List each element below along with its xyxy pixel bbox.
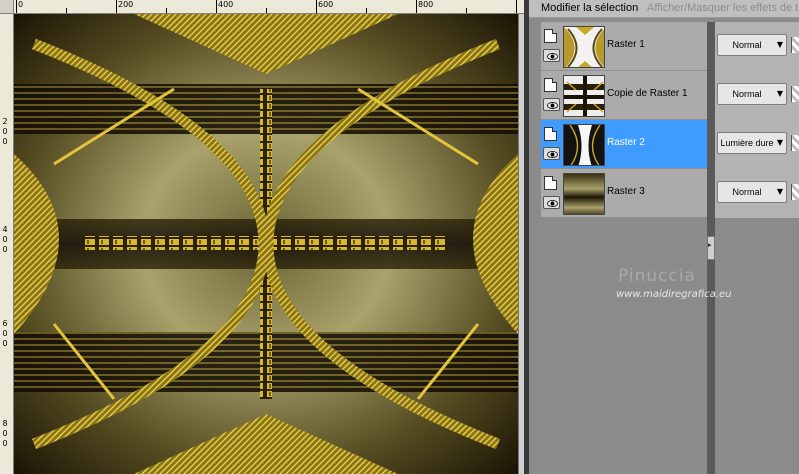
ruler-label-800: 800 bbox=[418, 0, 434, 9]
blend-mode-column: Normal ▼ Normal ▼ Lumière dure ▼ Normal … bbox=[715, 22, 799, 218]
dropdown-arrow-icon: ▼ bbox=[776, 40, 783, 49]
vruler-label: 0 bbox=[2, 429, 8, 438]
blend-mode-dropdown-raster-1[interactable]: Normal ▼ bbox=[717, 34, 787, 56]
layers-toolbar: Modifier la sélection Afficher/Masquer l… bbox=[529, 0, 799, 18]
blend-mode-value: Normal bbox=[732, 89, 762, 99]
opacity-slider[interactable] bbox=[791, 135, 799, 151]
canvas-image[interactable] bbox=[14, 14, 518, 474]
vruler-label: 0 bbox=[2, 137, 8, 146]
eye-icon[interactable] bbox=[543, 196, 560, 209]
vruler-label: 0 bbox=[2, 329, 8, 338]
layer-name[interactable]: Copie de Raster 1 bbox=[607, 88, 688, 99]
dropdown-arrow-icon: ▼ bbox=[776, 187, 783, 196]
scroll-grip[interactable] bbox=[707, 236, 715, 260]
opacity-slider[interactable] bbox=[791, 37, 799, 53]
ruler-label-200: 200 bbox=[118, 0, 134, 9]
eye-icon[interactable] bbox=[543, 147, 560, 160]
watermark-name: Pinuccia bbox=[618, 266, 696, 286]
layer-thumbnail bbox=[563, 75, 605, 117]
eye-icon[interactable] bbox=[543, 98, 560, 111]
layer-thumbnail bbox=[563, 124, 605, 166]
layer-row-raster-3[interactable]: Raster 3 bbox=[541, 169, 707, 218]
blend-mode-value: Lumière dure bbox=[720, 138, 774, 148]
blend-mode-value: Normal bbox=[732, 40, 762, 50]
layer-visibility bbox=[543, 175, 561, 213]
blend-mode-dropdown-copie-de-raster-1[interactable]: Normal ▼ bbox=[717, 83, 787, 105]
vruler-label: 0 bbox=[2, 235, 8, 244]
modify-selection-button[interactable]: Modifier la sélection bbox=[541, 2, 638, 14]
vruler-label: 2 bbox=[2, 117, 8, 126]
vruler-label: 0 bbox=[2, 339, 8, 348]
blend-mode-value: Normal bbox=[732, 187, 762, 197]
ruler-label-600: 600 bbox=[318, 0, 334, 9]
blend-mode-dropdown-raster-3[interactable]: Normal ▼ bbox=[717, 181, 787, 203]
opacity-slider[interactable] bbox=[791, 86, 799, 102]
vruler-label: 0 bbox=[2, 245, 8, 254]
layer-visibility bbox=[543, 126, 561, 164]
layers-panel: Modifier la sélection Afficher/Masquer l… bbox=[529, 0, 799, 474]
vruler-label: 6 bbox=[2, 319, 8, 328]
layer-document-icon[interactable] bbox=[544, 176, 557, 190]
ruler-label-400: 400 bbox=[218, 0, 234, 9]
app-root: 0 200 400 600 800 2 0 0 4 0 0 6 0 0 8 0 … bbox=[0, 0, 799, 474]
layer-name[interactable]: Raster 1 bbox=[607, 39, 645, 50]
vruler-label: 4 bbox=[2, 225, 8, 234]
dropdown-arrow-icon: ▼ bbox=[776, 138, 783, 147]
layer-list: Raster 1 Copie de Raster 1 Raster 2 Rast… bbox=[541, 22, 707, 218]
blend-mode-dropdown-raster-2[interactable]: Lumière dure ▼ bbox=[717, 132, 787, 154]
layer-row-raster-2[interactable]: Raster 2 bbox=[541, 120, 707, 169]
eye-icon[interactable] bbox=[543, 49, 560, 62]
vertical-ruler[interactable]: 2 0 0 4 0 0 6 0 0 8 0 0 bbox=[0, 14, 14, 474]
vruler-label: 8 bbox=[2, 419, 8, 428]
layer-document-icon[interactable] bbox=[544, 29, 557, 43]
vruler-label: 0 bbox=[2, 127, 8, 136]
layer-document-icon[interactable] bbox=[544, 127, 557, 141]
layer-visibility bbox=[543, 77, 561, 115]
ruler-corner[interactable] bbox=[0, 0, 14, 14]
opacity-slider[interactable] bbox=[791, 184, 799, 200]
layer-row-raster-1[interactable]: Raster 1 bbox=[541, 22, 707, 71]
layer-name[interactable]: Raster 2 bbox=[607, 137, 645, 148]
layer-name[interactable]: Raster 3 bbox=[607, 186, 645, 197]
layer-visibility bbox=[543, 28, 561, 66]
vruler-label: 0 bbox=[2, 439, 8, 448]
dropdown-arrow-icon: ▼ bbox=[776, 89, 783, 98]
horizontal-ruler[interactable]: 0 200 400 600 800 bbox=[14, 0, 524, 14]
watermark-url: www.maidiregrafica.eu bbox=[616, 289, 732, 300]
layer-thumbnail bbox=[563, 26, 605, 68]
layer-thumbnail bbox=[563, 173, 605, 215]
layer-row-copie-de-raster-1[interactable]: Copie de Raster 1 bbox=[541, 71, 707, 120]
canvas-window: 0 200 400 600 800 2 0 0 4 0 0 6 0 0 8 0 … bbox=[0, 0, 524, 474]
layer-document-icon[interactable] bbox=[544, 78, 557, 92]
toggle-effects-button[interactable]: Afficher/Masquer les effets de t bbox=[647, 2, 798, 14]
ruler-label-0: 0 bbox=[18, 0, 24, 9]
